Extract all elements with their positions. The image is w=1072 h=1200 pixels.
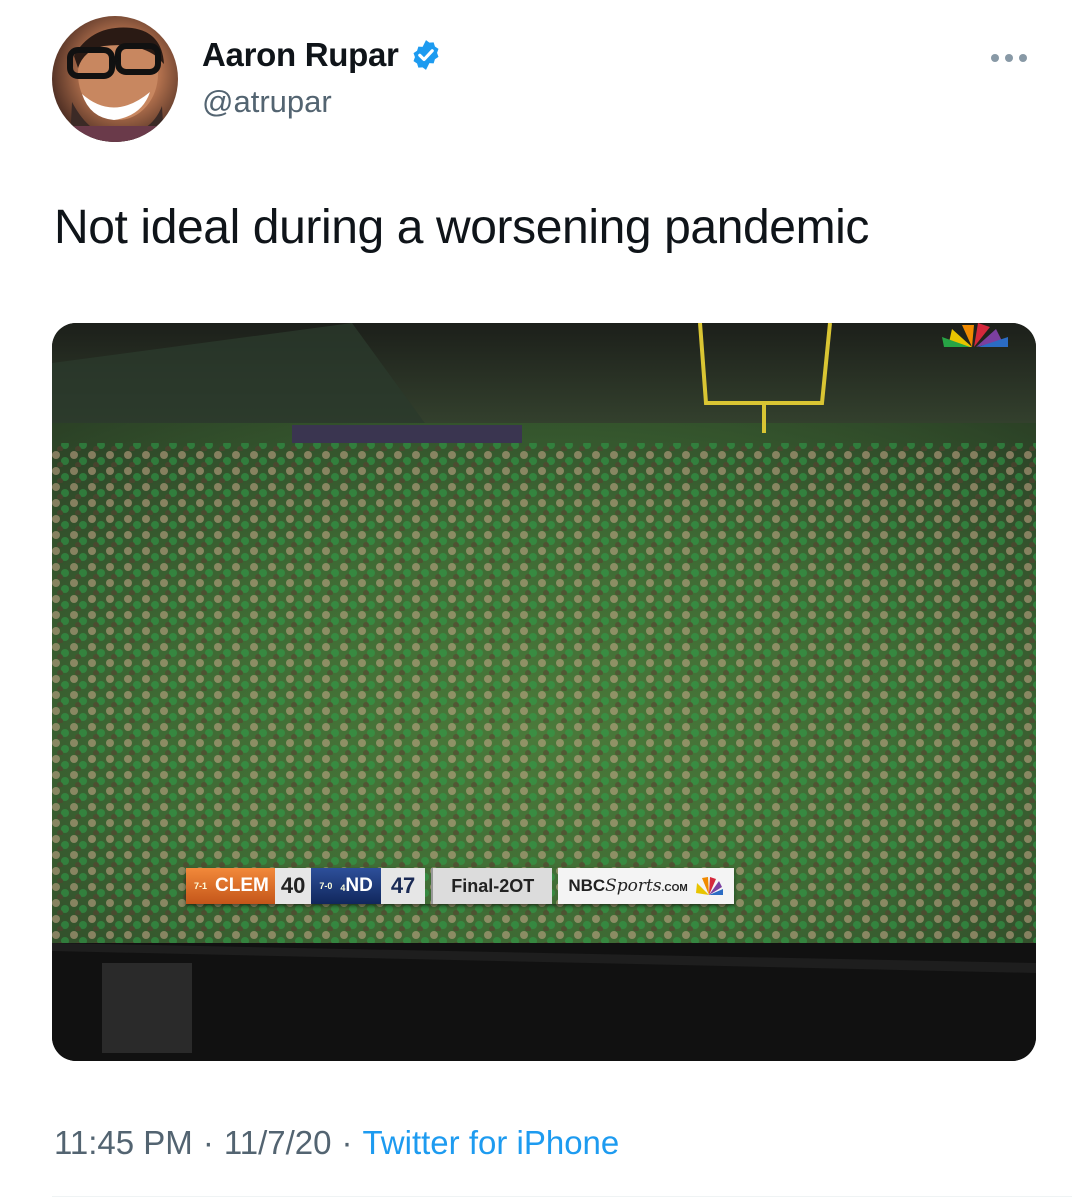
tweet-source-link[interactable]: Twitter for iPhone <box>362 1124 619 1162</box>
team2-name: ND <box>345 875 373 896</box>
tweet-media-photo[interactable]: 7-1 CLEM 40 7-0 4ND 47 Final-2OT NBCSpor… <box>52 323 1036 1061</box>
network-name-main: NBC <box>568 876 606 895</box>
tweet-time[interactable]: 11:45 PM <box>54 1124 193 1162</box>
meta-separator: · <box>202 1124 214 1161</box>
network-name: NBCSports.COM <box>568 876 687 896</box>
display-name-row[interactable]: Aaron Rupar <box>202 36 443 74</box>
network-name-suffix: .COM <box>661 883 688 894</box>
network-name-sub: Sports <box>605 876 662 896</box>
scorebug: 7-1 CLEM 40 7-0 4ND 47 Final-2OT NBCSpor… <box>186 868 734 904</box>
team2-name-group: 4ND <box>340 875 372 897</box>
team1-name: CLEM <box>215 875 269 896</box>
more-options-icon[interactable] <box>991 46 1033 70</box>
network-logo: NBCSports.COM <box>558 868 734 904</box>
game-status: Final-2OT <box>431 868 553 904</box>
divider <box>52 1196 1072 1197</box>
scorebug-team1: 7-1 CLEM <box>186 868 275 904</box>
team1-record: 7-1 <box>194 881 208 891</box>
crowd-photo <box>52 323 1036 1061</box>
more-dot <box>1005 54 1013 62</box>
more-dot <box>991 54 999 62</box>
display-name[interactable]: Aaron Rupar <box>202 36 399 74</box>
tweet-meta: 11:45 PM · 11/7/20 · Twitter for iPhone <box>54 1124 619 1162</box>
tweet-text: Not ideal during a worsening pandemic <box>54 201 870 254</box>
avatar-portrait <box>52 27 178 142</box>
scorebug-team2: 7-0 4ND <box>311 868 381 904</box>
verified-badge-icon <box>413 40 439 70</box>
more-dot <box>1019 54 1027 62</box>
team2-score: 47 <box>380 868 426 904</box>
meta-separator: · <box>341 1124 353 1161</box>
nbc-peacock-icon <box>695 877 723 895</box>
avatar[interactable] <box>52 16 178 142</box>
team2-record: 7-0 <box>319 881 333 891</box>
handle[interactable]: @atrupar <box>202 84 332 120</box>
tweet-date[interactable]: 11/7/20 <box>224 1124 332 1162</box>
team1-score: 40 <box>274 868 312 904</box>
